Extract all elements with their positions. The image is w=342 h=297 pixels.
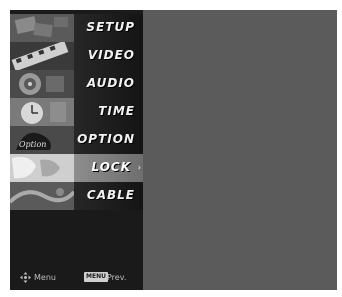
time-thumbnail-icon xyxy=(10,98,74,126)
prev-hint-text: Prev. xyxy=(107,273,127,282)
menu-item-option[interactable]: Option OPTION xyxy=(10,126,143,154)
tv-osd-screen: SETUP VIDEO AUDIO TIME Option OPTION LOC… xyxy=(0,0,342,297)
video-thumbnail-icon xyxy=(10,42,74,70)
menu-item-label: LOCK xyxy=(91,160,131,174)
menu-item-label: CABLE xyxy=(86,188,135,202)
menu-item-label: OPTION xyxy=(77,132,135,146)
menu-item-label: AUDIO xyxy=(86,76,135,90)
menu-item-label: SETUP xyxy=(86,20,135,34)
menu-item-setup[interactable]: SETUP xyxy=(10,14,143,42)
setup-thumbnail-icon xyxy=(10,14,74,42)
submenu-content-area xyxy=(143,10,337,290)
lock-thumbnail-icon xyxy=(10,154,74,182)
menu-footer: Menu MENU Prev. xyxy=(10,268,143,288)
menu-hint-text: Menu xyxy=(34,273,56,282)
menu-item-lock[interactable]: LOCK › xyxy=(10,154,143,182)
menu-item-time[interactable]: TIME xyxy=(10,98,143,126)
menu-item-label: VIDEO xyxy=(87,48,135,62)
menu-item-video[interactable]: VIDEO xyxy=(10,42,143,70)
menu-item-audio[interactable]: AUDIO xyxy=(10,70,143,98)
menu-item-cable[interactable]: CABLE xyxy=(10,182,143,210)
dpad-navigation-icon xyxy=(20,272,31,283)
audio-thumbnail-icon xyxy=(10,70,74,98)
menu-item-label: TIME xyxy=(98,104,135,118)
menu-key-badge: MENU xyxy=(84,272,108,282)
chevron-right-icon: › xyxy=(137,163,141,172)
main-menu-panel: SETUP VIDEO AUDIO TIME Option OPTION LOC… xyxy=(10,10,143,290)
svg-text:Option: Option xyxy=(19,140,46,149)
option-thumbnail-icon: Option xyxy=(10,126,74,154)
cable-thumbnail-icon xyxy=(10,182,74,210)
